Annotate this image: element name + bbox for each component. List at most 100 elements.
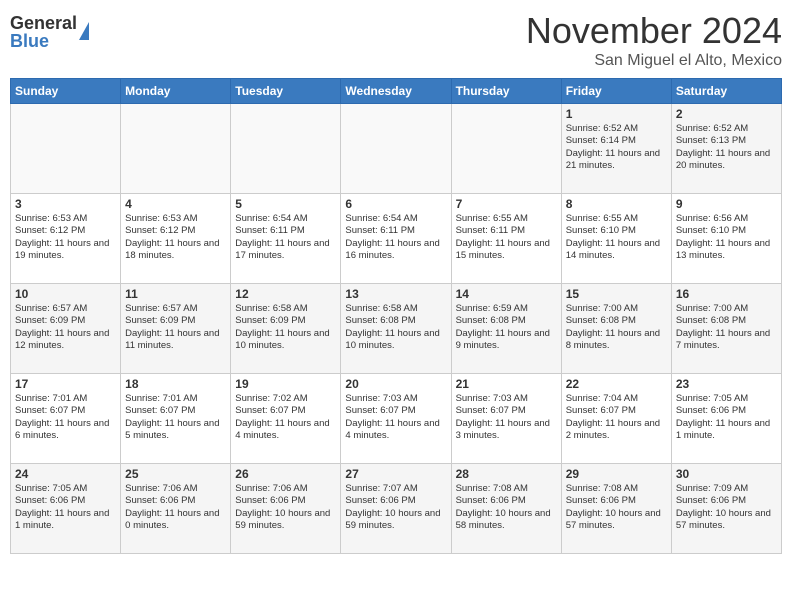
calendar-cell: 28 Sunrise: 7:08 AM Sunset: 6:06 PM Dayli… [451, 464, 561, 554]
day-number: 29 [566, 467, 667, 481]
calendar-cell: 9 Sunrise: 6:56 AM Sunset: 6:10 PM Daylig… [671, 194, 781, 284]
day-number: 23 [676, 377, 777, 391]
calendar-cell: 25Sunrise: 7:06 AM Sunset: 6:06 PM Dayli… [121, 464, 231, 554]
calendar-cell: 19 Sunrise: 7:02 AM Sunset: 6:07 PM Dayli… [231, 374, 341, 464]
day-number: 16 [676, 287, 777, 301]
day-info: Sunrise: 6:55 AM Sunset: 6:11 PM Dayligh… [456, 213, 557, 262]
day-number: 4 [125, 197, 226, 211]
logo: General Blue [10, 10, 89, 50]
day-number: 15 [566, 287, 667, 301]
day-number: 1 [566, 107, 667, 121]
calendar-cell: 29 Sunrise: 7:08 AM Sunset: 6:06 PM Dayli… [561, 464, 671, 554]
calendar-cell: 7 Sunrise: 6:55 AM Sunset: 6:11 PM Daylig… [451, 194, 561, 284]
calendar-cell: 27 Sunrise: 7:07 AM Sunset: 6:06 PM Dayli… [341, 464, 451, 554]
day-info: Sunrise: 6:53 AM Sunset: 6:12 PM Dayligh… [125, 213, 226, 262]
calendar-cell [341, 104, 451, 194]
calendar-cell: 14Sunrise: 6:59 AM Sunset: 6:08 PM Dayli… [451, 284, 561, 374]
calendar-cell: 6 Sunrise: 6:54 AM Sunset: 6:11 PM Daylig… [341, 194, 451, 284]
title-section: November 2024 San Miguel el Alto, Mexico [526, 10, 782, 70]
day-number: 13 [345, 287, 446, 301]
calendar-week-5: 24 Sunrise: 7:05 AM Sunset: 6:06 PM Dayli… [11, 464, 782, 554]
day-header-thursday: Thursday [451, 79, 561, 104]
day-number: 8 [566, 197, 667, 211]
calendar-cell: 12Sunrise: 6:58 AM Sunset: 6:09 PM Dayli… [231, 284, 341, 374]
calendar-week-2: 3 Sunrise: 6:53 AM Sunset: 6:12 PM Daylig… [11, 194, 782, 284]
day-info: Sunrise: 7:08 AM Sunset: 6:06 PM Dayligh… [566, 483, 667, 532]
day-info: Sunrise: 7:05 AM Sunset: 6:06 PM Dayligh… [676, 393, 777, 442]
calendar-table: SundayMondayTuesdayWednesdayThursdayFrid… [10, 78, 782, 554]
day-number: 3 [15, 197, 116, 211]
day-number: 28 [456, 467, 557, 481]
day-info: Sunrise: 6:56 AM Sunset: 6:10 PM Dayligh… [676, 213, 777, 262]
header-row: SundayMondayTuesdayWednesdayThursdayFrid… [11, 79, 782, 104]
calendar-cell: 22 Sunrise: 7:04 AM Sunset: 6:07 PM Dayli… [561, 374, 671, 464]
day-number: 9 [676, 197, 777, 211]
calendar-cell: 1Sunrise: 6:52 AM Sunset: 6:14 PM Daylig… [561, 104, 671, 194]
logo-arrow-icon [79, 22, 89, 40]
day-number: 6 [345, 197, 446, 211]
day-info: Sunrise: 6:53 AM Sunset: 6:12 PM Dayligh… [15, 213, 116, 262]
day-number: 14 [456, 287, 557, 301]
day-info: Sunrise: 6:58 AM Sunset: 6:09 PM Dayligh… [235, 303, 336, 352]
calendar-cell: 16 Sunrise: 7:00 AM Sunset: 6:08 PM Dayli… [671, 284, 781, 374]
calendar-cell [231, 104, 341, 194]
day-number: 10 [15, 287, 116, 301]
day-number: 27 [345, 467, 446, 481]
day-info: Sunrise: 7:06 AM Sunset: 6:06 PM Dayligh… [235, 483, 336, 532]
day-number: 7 [456, 197, 557, 211]
day-header-monday: Monday [121, 79, 231, 104]
calendar-cell: 5 Sunrise: 6:54 AM Sunset: 6:11 PM Daylig… [231, 194, 341, 284]
calendar-cell: 18Sunrise: 7:01 AM Sunset: 6:07 PM Dayli… [121, 374, 231, 464]
day-header-saturday: Saturday [671, 79, 781, 104]
day-number: 2 [676, 107, 777, 121]
calendar-week-3: 10 Sunrise: 6:57 AM Sunset: 6:09 PM Dayli… [11, 284, 782, 374]
day-info: Sunrise: 7:03 AM Sunset: 6:07 PM Dayligh… [345, 393, 446, 442]
day-info: Sunrise: 7:01 AM Sunset: 6:07 PM Dayligh… [15, 393, 116, 442]
day-info: Sunrise: 7:02 AM Sunset: 6:07 PM Dayligh… [235, 393, 336, 442]
calendar-cell: 26 Sunrise: 7:06 AM Sunset: 6:06 PM Dayli… [231, 464, 341, 554]
location: San Miguel el Alto, Mexico [526, 52, 782, 70]
calendar-cell: 13 Sunrise: 6:58 AM Sunset: 6:08 PM Dayli… [341, 284, 451, 374]
day-number: 19 [235, 377, 336, 391]
calendar-cell: 24 Sunrise: 7:05 AM Sunset: 6:06 PM Dayli… [11, 464, 121, 554]
day-info: Sunrise: 7:00 AM Sunset: 6:08 PM Dayligh… [676, 303, 777, 352]
calendar-cell: 11Sunrise: 6:57 AM Sunset: 6:09 PM Dayli… [121, 284, 231, 374]
day-info: Sunrise: 6:55 AM Sunset: 6:10 PM Dayligh… [566, 213, 667, 262]
day-info: Sunrise: 7:07 AM Sunset: 6:06 PM Dayligh… [345, 483, 446, 532]
calendar-cell: 23 Sunrise: 7:05 AM Sunset: 6:06 PM Dayli… [671, 374, 781, 464]
calendar-cell [11, 104, 121, 194]
day-info: Sunrise: 7:05 AM Sunset: 6:06 PM Dayligh… [15, 483, 116, 532]
day-number: 18 [125, 377, 226, 391]
day-info: Sunrise: 6:54 AM Sunset: 6:11 PM Dayligh… [345, 213, 446, 262]
page-header: General Blue November 2024 San Miguel el… [10, 10, 782, 70]
calendar-cell [121, 104, 231, 194]
day-info: Sunrise: 7:00 AM Sunset: 6:08 PM Dayligh… [566, 303, 667, 352]
day-info: Sunrise: 6:57 AM Sunset: 6:09 PM Dayligh… [15, 303, 116, 352]
calendar-cell: 30Sunrise: 7:09 AM Sunset: 6:06 PM Dayli… [671, 464, 781, 554]
calendar-cell: 8 Sunrise: 6:55 AM Sunset: 6:10 PM Daylig… [561, 194, 671, 284]
day-header-wednesday: Wednesday [341, 79, 451, 104]
day-info: Sunrise: 6:58 AM Sunset: 6:08 PM Dayligh… [345, 303, 446, 352]
day-number: 11 [125, 287, 226, 301]
day-info: Sunrise: 7:04 AM Sunset: 6:07 PM Dayligh… [566, 393, 667, 442]
day-info: Sunrise: 6:54 AM Sunset: 6:11 PM Dayligh… [235, 213, 336, 262]
calendar-cell: 4 Sunrise: 6:53 AM Sunset: 6:12 PM Daylig… [121, 194, 231, 284]
day-number: 21 [456, 377, 557, 391]
calendar-week-1: 1Sunrise: 6:52 AM Sunset: 6:14 PM Daylig… [11, 104, 782, 194]
day-info: Sunrise: 7:09 AM Sunset: 6:06 PM Dayligh… [676, 483, 777, 532]
day-info: Sunrise: 7:08 AM Sunset: 6:06 PM Dayligh… [456, 483, 557, 532]
day-number: 22 [566, 377, 667, 391]
day-info: Sunrise: 7:03 AM Sunset: 6:07 PM Dayligh… [456, 393, 557, 442]
calendar-week-4: 17 Sunrise: 7:01 AM Sunset: 6:07 PM Dayli… [11, 374, 782, 464]
day-number: 17 [15, 377, 116, 391]
day-header-sunday: Sunday [11, 79, 121, 104]
calendar-cell: 21 Sunrise: 7:03 AM Sunset: 6:07 PM Dayli… [451, 374, 561, 464]
day-header-friday: Friday [561, 79, 671, 104]
logo-general: General [10, 14, 77, 32]
day-number: 5 [235, 197, 336, 211]
day-number: 24 [15, 467, 116, 481]
day-number: 25 [125, 467, 226, 481]
logo-text: General Blue [10, 14, 77, 50]
day-number: 26 [235, 467, 336, 481]
calendar-cell: 17 Sunrise: 7:01 AM Sunset: 6:07 PM Dayli… [11, 374, 121, 464]
